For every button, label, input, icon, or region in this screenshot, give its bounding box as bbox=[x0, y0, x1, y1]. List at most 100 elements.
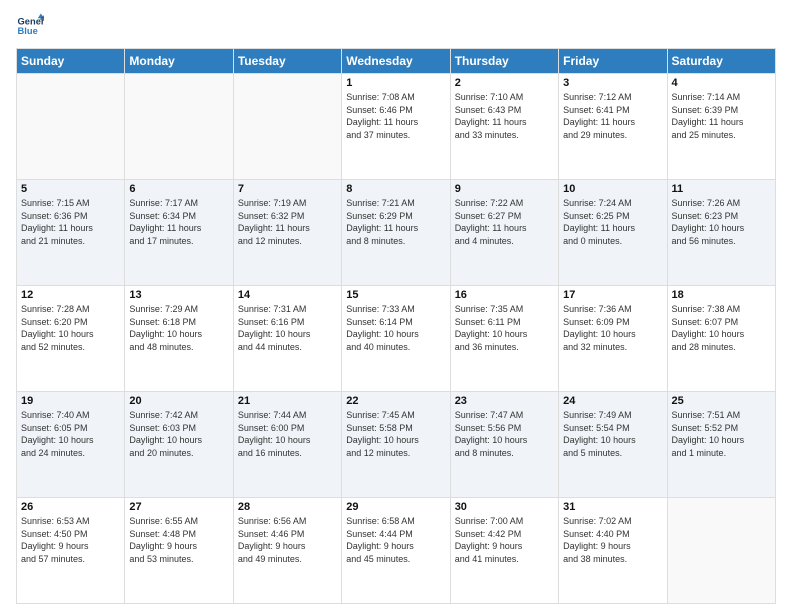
calendar-table: SundayMondayTuesdayWednesdayThursdayFrid… bbox=[16, 48, 776, 604]
page-header: General Blue bbox=[16, 12, 776, 40]
calendar-cell: 9 Sunrise: 7:22 AM Sunset: 6:27 PM Daylig… bbox=[450, 180, 558, 286]
day-number: 8 bbox=[346, 183, 445, 195]
calendar-cell: 22 Sunrise: 7:45 AM Sunset: 5:58 PM Dayli… bbox=[342, 392, 450, 498]
day-info: Sunrise: 7:44 AM Sunset: 6:00 PM Dayligh… bbox=[238, 409, 337, 459]
week-row-2: 5 Sunrise: 7:15 AM Sunset: 6:36 PM Daylig… bbox=[17, 180, 776, 286]
day-info: Sunrise: 7:21 AM Sunset: 6:29 PM Dayligh… bbox=[346, 197, 445, 247]
weekday-header-tuesday: Tuesday bbox=[233, 49, 341, 74]
week-row-3: 12Sunrise: 7:28 AM Sunset: 6:20 PM Dayli… bbox=[17, 286, 776, 392]
day-number: 25 bbox=[672, 395, 771, 407]
calendar-cell: 14 Sunrise: 7:31 AM Sunset: 6:16 PM Dayli… bbox=[233, 286, 341, 392]
calendar-cell: 2 Sunrise: 7:10 AM Sunset: 6:43 PM Daylig… bbox=[450, 74, 558, 180]
day-info: Sunrise: 7:42 AM Sunset: 6:03 PM Dayligh… bbox=[129, 409, 228, 459]
day-info: Sunrise: 7:22 AM Sunset: 6:27 PM Dayligh… bbox=[455, 197, 554, 247]
calendar-cell: 15 Sunrise: 7:33 AM Sunset: 6:14 PM Dayli… bbox=[342, 286, 450, 392]
day-number: 27 bbox=[129, 501, 228, 513]
weekday-header-saturday: Saturday bbox=[667, 49, 775, 74]
calendar-cell: 19 Sunrise: 7:40 AM Sunset: 6:05 PM Dayli… bbox=[17, 392, 125, 498]
day-number: 23 bbox=[455, 395, 554, 407]
day-number: 19 bbox=[21, 395, 120, 407]
day-info: Sunrise: 7:12 AM Sunset: 6:41 PM Dayligh… bbox=[563, 91, 662, 141]
calendar-cell: 7Sunrise: 7:19 AM Sunset: 6:32 PM Daylig… bbox=[233, 180, 341, 286]
calendar-cell: 23 Sunrise: 7:47 AM Sunset: 5:56 PM Dayli… bbox=[450, 392, 558, 498]
calendar-cell: 6 Sunrise: 7:17 AM Sunset: 6:34 PM Daylig… bbox=[125, 180, 233, 286]
day-number: 17 bbox=[563, 289, 662, 301]
day-info: Sunrise: 6:55 AM Sunset: 4:48 PM Dayligh… bbox=[129, 515, 228, 565]
calendar-cell bbox=[667, 498, 775, 604]
calendar-cell: 29 Sunrise: 6:58 AM Sunset: 4:44 PM Dayli… bbox=[342, 498, 450, 604]
day-info: Sunrise: 7:14 AM Sunset: 6:39 PM Dayligh… bbox=[672, 91, 771, 141]
calendar-cell: 26 Sunrise: 6:53 AM Sunset: 4:50 PM Dayli… bbox=[17, 498, 125, 604]
day-number: 16 bbox=[455, 289, 554, 301]
calendar-cell: 10 Sunrise: 7:24 AM Sunset: 6:25 PM Dayli… bbox=[559, 180, 667, 286]
weekday-header-sunday: Sunday bbox=[17, 49, 125, 74]
day-info: Sunrise: 7:17 AM Sunset: 6:34 PM Dayligh… bbox=[129, 197, 228, 247]
day-number: 11 bbox=[672, 183, 771, 195]
day-info: Sunrise: 7:10 AM Sunset: 6:43 PM Dayligh… bbox=[455, 91, 554, 141]
day-number: 3 bbox=[563, 77, 662, 89]
day-info: Sunrise: 6:58 AM Sunset: 4:44 PM Dayligh… bbox=[346, 515, 445, 565]
calendar-cell: 8 Sunrise: 7:21 AM Sunset: 6:29 PM Daylig… bbox=[342, 180, 450, 286]
calendar-cell: 12Sunrise: 7:28 AM Sunset: 6:20 PM Dayli… bbox=[17, 286, 125, 392]
day-number: 24 bbox=[563, 395, 662, 407]
calendar-cell bbox=[17, 74, 125, 180]
day-info: Sunrise: 7:29 AM Sunset: 6:18 PM Dayligh… bbox=[129, 303, 228, 353]
weekday-header-friday: Friday bbox=[559, 49, 667, 74]
week-row-4: 19 Sunrise: 7:40 AM Sunset: 6:05 PM Dayli… bbox=[17, 392, 776, 498]
day-number: 18 bbox=[672, 289, 771, 301]
weekday-header-thursday: Thursday bbox=[450, 49, 558, 74]
calendar-cell: 17Sunrise: 7:36 AM Sunset: 6:09 PM Dayli… bbox=[559, 286, 667, 392]
day-info: Sunrise: 7:35 AM Sunset: 6:11 PM Dayligh… bbox=[455, 303, 554, 353]
day-number: 14 bbox=[238, 289, 337, 301]
day-number: 4 bbox=[672, 77, 771, 89]
day-info: Sunrise: 7:24 AM Sunset: 6:25 PM Dayligh… bbox=[563, 197, 662, 247]
calendar-cell: 28Sunrise: 6:56 AM Sunset: 4:46 PM Dayli… bbox=[233, 498, 341, 604]
weekday-header-row: SundayMondayTuesdayWednesdayThursdayFrid… bbox=[17, 49, 776, 74]
weekday-header-wednesday: Wednesday bbox=[342, 49, 450, 74]
calendar-cell: 13Sunrise: 7:29 AM Sunset: 6:18 PM Dayli… bbox=[125, 286, 233, 392]
weekday-header-monday: Monday bbox=[125, 49, 233, 74]
day-info: Sunrise: 7:02 AM Sunset: 4:40 PM Dayligh… bbox=[563, 515, 662, 565]
calendar-cell: 30 Sunrise: 7:00 AM Sunset: 4:42 PM Dayli… bbox=[450, 498, 558, 604]
day-info: Sunrise: 7:19 AM Sunset: 6:32 PM Dayligh… bbox=[238, 197, 337, 247]
calendar-cell bbox=[233, 74, 341, 180]
day-info: Sunrise: 7:00 AM Sunset: 4:42 PM Dayligh… bbox=[455, 515, 554, 565]
calendar-cell: 1 Sunrise: 7:08 AM Sunset: 6:46 PM Daylig… bbox=[342, 74, 450, 180]
day-number: 6 bbox=[129, 183, 228, 195]
day-number: 15 bbox=[346, 289, 445, 301]
day-info: Sunrise: 7:40 AM Sunset: 6:05 PM Dayligh… bbox=[21, 409, 120, 459]
calendar-cell: 18Sunrise: 7:38 AM Sunset: 6:07 PM Dayli… bbox=[667, 286, 775, 392]
day-info: Sunrise: 7:15 AM Sunset: 6:36 PM Dayligh… bbox=[21, 197, 120, 247]
calendar-cell bbox=[125, 74, 233, 180]
calendar-cell: 11 Sunrise: 7:26 AM Sunset: 6:23 PM Dayli… bbox=[667, 180, 775, 286]
day-info: Sunrise: 7:28 AM Sunset: 6:20 PM Dayligh… bbox=[21, 303, 120, 353]
calendar-cell: 16 Sunrise: 7:35 AM Sunset: 6:11 PM Dayli… bbox=[450, 286, 558, 392]
week-row-5: 26 Sunrise: 6:53 AM Sunset: 4:50 PM Dayli… bbox=[17, 498, 776, 604]
calendar-cell: 25 Sunrise: 7:51 AM Sunset: 5:52 PM Dayli… bbox=[667, 392, 775, 498]
day-info: Sunrise: 7:51 AM Sunset: 5:52 PM Dayligh… bbox=[672, 409, 771, 459]
calendar-cell: 3 Sunrise: 7:12 AM Sunset: 6:41 PM Daylig… bbox=[559, 74, 667, 180]
day-number: 30 bbox=[455, 501, 554, 513]
day-number: 31 bbox=[563, 501, 662, 513]
day-info: Sunrise: 7:08 AM Sunset: 6:46 PM Dayligh… bbox=[346, 91, 445, 141]
day-info: Sunrise: 7:33 AM Sunset: 6:14 PM Dayligh… bbox=[346, 303, 445, 353]
day-info: Sunrise: 7:49 AM Sunset: 5:54 PM Dayligh… bbox=[563, 409, 662, 459]
day-number: 2 bbox=[455, 77, 554, 89]
day-number: 29 bbox=[346, 501, 445, 513]
week-row-1: 1 Sunrise: 7:08 AM Sunset: 6:46 PM Daylig… bbox=[17, 74, 776, 180]
calendar-cell: 4 Sunrise: 7:14 AM Sunset: 6:39 PM Daylig… bbox=[667, 74, 775, 180]
day-info: Sunrise: 7:45 AM Sunset: 5:58 PM Dayligh… bbox=[346, 409, 445, 459]
calendar-cell: 21Sunrise: 7:44 AM Sunset: 6:00 PM Dayli… bbox=[233, 392, 341, 498]
day-number: 22 bbox=[346, 395, 445, 407]
day-number: 1 bbox=[346, 77, 445, 89]
day-info: Sunrise: 7:26 AM Sunset: 6:23 PM Dayligh… bbox=[672, 197, 771, 247]
day-number: 5 bbox=[21, 183, 120, 195]
logo-icon: General Blue bbox=[16, 12, 44, 40]
day-number: 9 bbox=[455, 183, 554, 195]
day-number: 26 bbox=[21, 501, 120, 513]
day-info: Sunrise: 7:31 AM Sunset: 6:16 PM Dayligh… bbox=[238, 303, 337, 353]
day-info: Sunrise: 6:53 AM Sunset: 4:50 PM Dayligh… bbox=[21, 515, 120, 565]
calendar-cell: 31 Sunrise: 7:02 AM Sunset: 4:40 PM Dayli… bbox=[559, 498, 667, 604]
day-info: Sunrise: 7:47 AM Sunset: 5:56 PM Dayligh… bbox=[455, 409, 554, 459]
day-number: 10 bbox=[563, 183, 662, 195]
